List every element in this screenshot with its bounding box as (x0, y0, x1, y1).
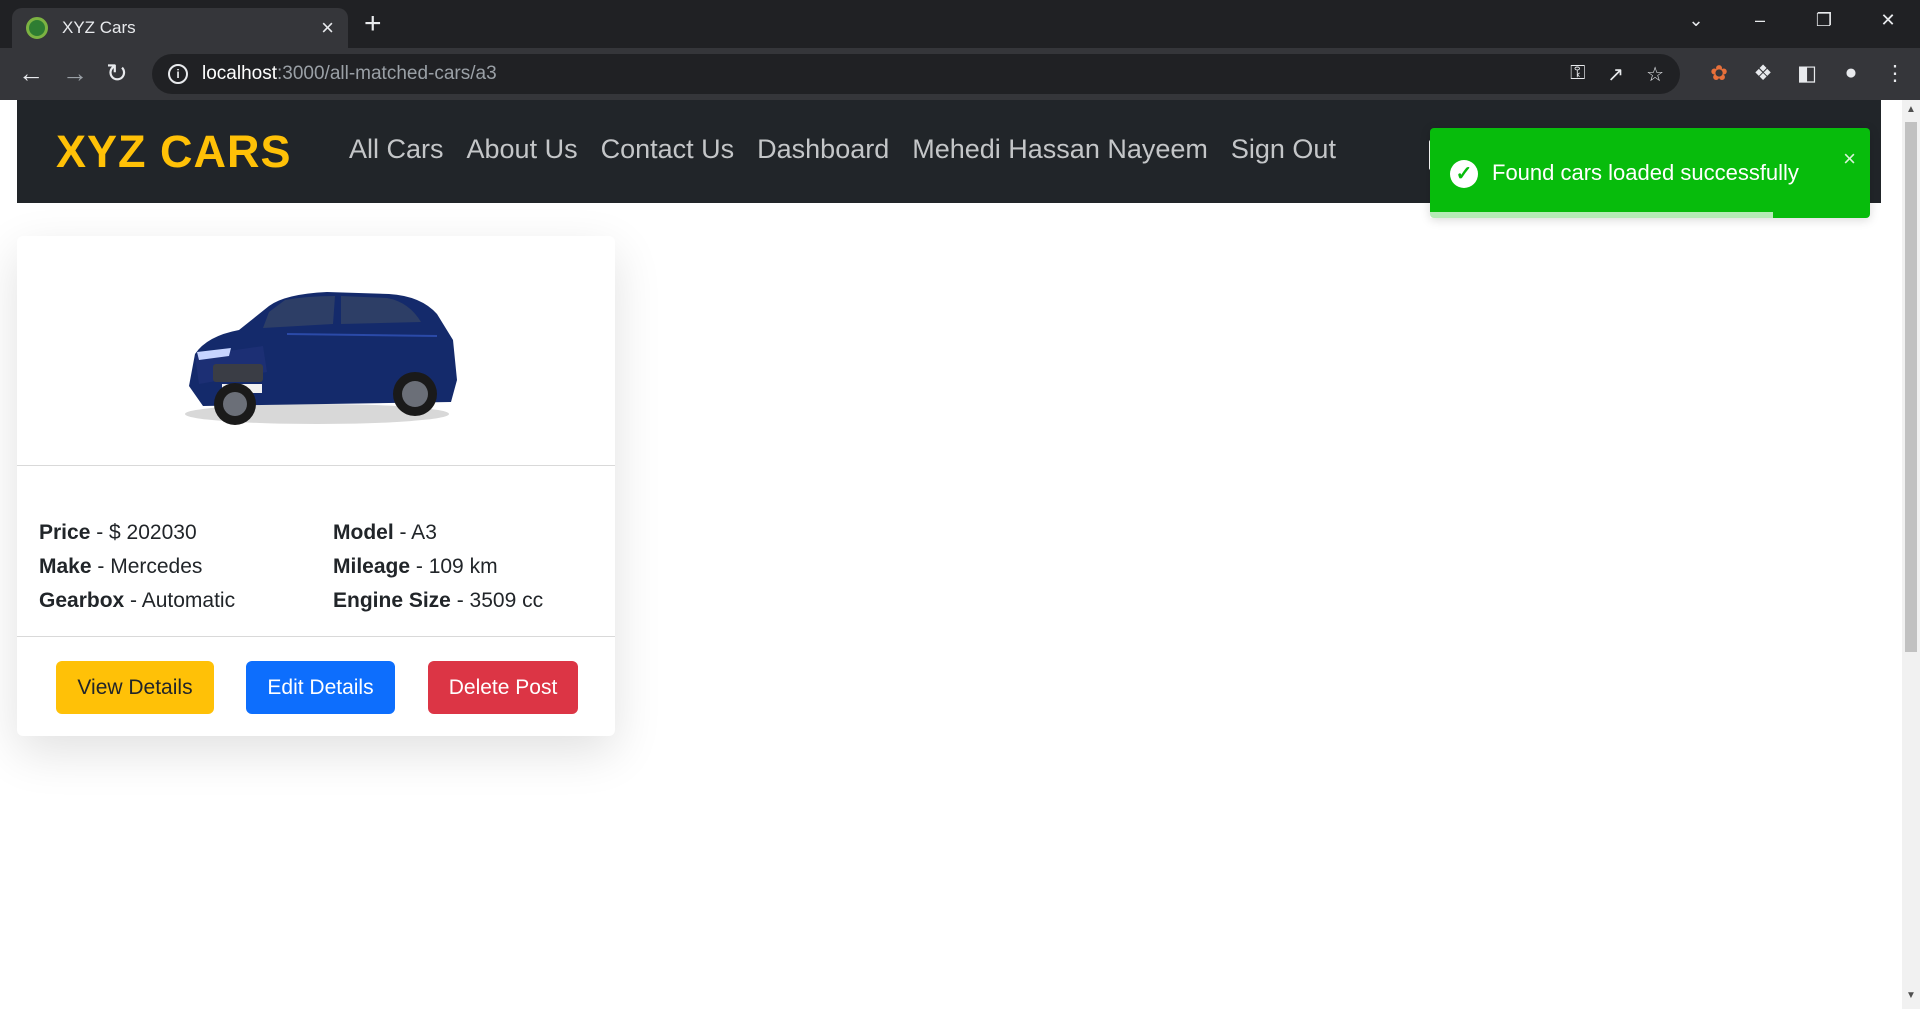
extension-icons: ✿ ❖ ◧ ● ⋮ (1708, 61, 1906, 86)
window-controls: ⌄ – ❐ ✕ (1664, 0, 1920, 40)
spec-model-label: Model (333, 521, 394, 544)
tab-search-icon[interactable]: ⌄ (1664, 10, 1728, 31)
toast-progress-bar (1430, 212, 1774, 218)
new-tab-button[interactable]: + (364, 8, 382, 40)
profile-avatar-icon[interactable]: ● (1840, 61, 1862, 86)
reload-icon[interactable]: ↻ (106, 58, 128, 88)
spec-price: Price - $ 202030 (39, 516, 333, 550)
key-icon[interactable]: ⚿ (1570, 62, 1585, 87)
tab-close-icon[interactable]: × (321, 17, 334, 39)
share-icon[interactable]: ↗ (1607, 62, 1624, 87)
url-host: localhost (202, 63, 277, 84)
star-icon[interactable]: ☆ (1646, 62, 1664, 87)
view-details-button[interactable]: View Details (56, 661, 214, 714)
nav-all-cars[interactable]: All Cars (349, 134, 444, 165)
nav-about-us[interactable]: About Us (467, 134, 578, 165)
nav-contact-us[interactable]: Contact Us (601, 134, 735, 165)
car-image-area (17, 236, 615, 466)
spec-gearbox: Gearbox - Automatic (39, 584, 333, 618)
spec-engine-label: Engine Size (333, 589, 451, 612)
car-specs: Price - $ 202030 Model - A3 Make - Merce… (39, 516, 599, 618)
side-panel-icon[interactable]: ◧ (1796, 61, 1818, 86)
card-actions: View Details Edit Details Delete Post (17, 636, 615, 736)
brand-logo[interactable]: XYZ CARS (56, 126, 292, 178)
spec-engine: Engine Size - 3509 cc (333, 584, 599, 618)
nav-dashboard[interactable]: Dashboard (757, 134, 889, 165)
edit-details-button[interactable]: Edit Details (246, 661, 395, 714)
delete-post-button[interactable]: Delete Post (428, 661, 578, 714)
restore-icon[interactable]: ❐ (1792, 10, 1856, 31)
spec-price-value: - $ 202030 (96, 521, 197, 544)
nav-links: All Cars About Us Contact Us Dashboard M… (349, 134, 1336, 165)
scroll-up-icon[interactable]: ▲ (1906, 104, 1916, 115)
spec-make: Make - Mercedes (39, 550, 333, 584)
car-card: Price - $ 202030 Model - A3 Make - Merce… (17, 236, 615, 736)
check-circle-icon: ✓ (1450, 160, 1478, 188)
spec-price-label: Price (39, 521, 91, 544)
spec-mileage: Mileage - 109 km (333, 550, 599, 584)
site-favicon-icon (26, 17, 48, 39)
omnibox-actions: ⚿ ↗ ☆ (1570, 62, 1664, 87)
spec-gearbox-value: - Automatic (130, 589, 236, 612)
spec-model: Model - A3 (333, 516, 599, 550)
extensions-puzzle-icon[interactable]: ❖ (1752, 61, 1774, 86)
spec-make-label: Make (39, 555, 92, 578)
spec-mileage-value: - 109 km (415, 555, 498, 578)
spec-make-value: - Mercedes (97, 555, 203, 578)
close-window-icon[interactable]: ✕ (1856, 10, 1920, 31)
browser-tab-bar: XYZ Cars × + ⌄ – ❐ ✕ (0, 0, 1920, 48)
blue-suv-image (185, 292, 457, 425)
spec-gearbox-label: Gearbox (39, 589, 125, 612)
site-info-icon[interactable]: i (168, 64, 188, 84)
url-path: :3000/all-matched-cars/a3 (277, 63, 497, 84)
scroll-down-icon[interactable]: ▼ (1906, 990, 1916, 1001)
toast-close-icon[interactable]: × (1843, 146, 1856, 172)
nav-user-name[interactable]: Mehedi Hassan Nayeem (912, 134, 1208, 165)
browser-toolbar: ← → ↻ i localhost :3000/all-matched-cars… (0, 48, 1920, 100)
forward-arrow-icon[interactable]: → (62, 58, 88, 88)
toast-message: Found cars loaded successfully (1492, 160, 1799, 185)
spec-engine-value: - 3509 cc (456, 589, 544, 612)
menu-kebab-icon[interactable]: ⋮ (1884, 61, 1906, 86)
tab-title: XYZ Cars (62, 18, 136, 37)
success-toast[interactable]: ✓ Found cars loaded successfully × (1430, 128, 1870, 218)
minimize-icon[interactable]: – (1728, 10, 1792, 31)
spec-mileage-label: Mileage (333, 555, 411, 578)
cookie-extension-icon[interactable]: ✿ (1708, 61, 1730, 86)
browser-tab[interactable]: XYZ Cars × (12, 8, 348, 48)
nav-sign-out[interactable]: Sign Out (1231, 134, 1336, 165)
back-arrow-icon[interactable]: ← (18, 58, 44, 88)
spec-model-value: - A3 (399, 521, 437, 544)
scrollbar-thumb[interactable] (1905, 122, 1917, 652)
address-bar[interactable]: i localhost :3000/all-matched-cars/a3 ⚿ … (152, 54, 1680, 94)
